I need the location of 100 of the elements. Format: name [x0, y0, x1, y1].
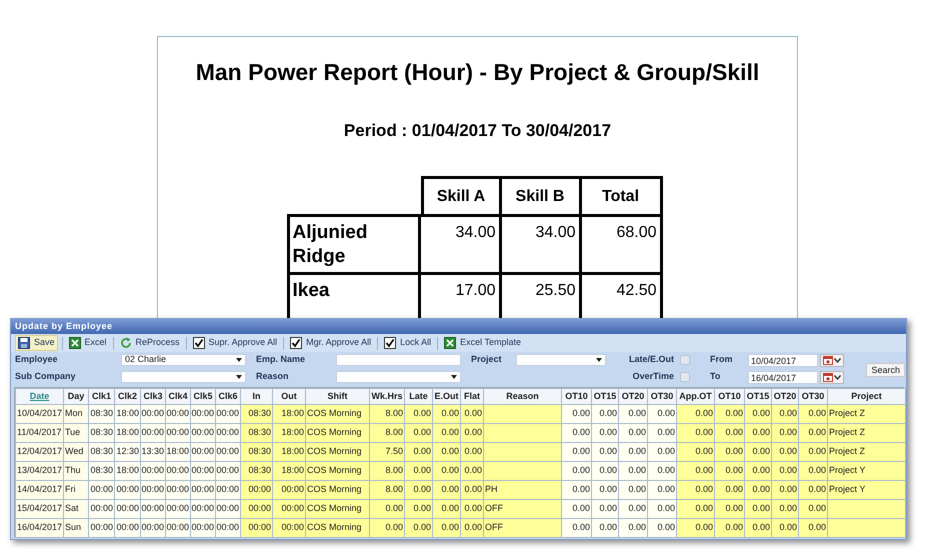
table-cell: 0.00: [714, 480, 744, 500]
table-cell: 0.00: [592, 442, 618, 462]
table-cell: PH: [484, 480, 562, 500]
table-cell: 0.00: [562, 404, 592, 424]
field-label: Project: [471, 353, 503, 366]
table-cell: 0.00: [562, 480, 592, 500]
caret-icon: [834, 374, 841, 380]
toolbar-button[interactable]: Save: [15, 335, 58, 351]
table-cell: 0.00: [404, 424, 432, 442]
table-cell: 0.00: [648, 480, 676, 500]
table-cell: 0.00: [460, 462, 484, 480]
table-cell: COS Morning: [306, 424, 370, 442]
checkbox[interactable]: [290, 337, 302, 349]
table-cell: 0.00: [562, 500, 592, 518]
table-cell: 0.00: [432, 518, 460, 538]
table-cell: 0.00: [744, 424, 772, 442]
table-cell: 08:30: [240, 424, 272, 442]
calendar-button[interactable]: [820, 370, 844, 384]
table-cell: 0.00: [798, 518, 828, 538]
calendar-icon: [823, 372, 833, 382]
dropdown-field[interactable]: [121, 371, 246, 383]
field-label: From: [710, 353, 734, 366]
checkbox[interactable]: [384, 337, 396, 349]
table-cell: COS Morning: [306, 462, 370, 480]
caret-icon: [834, 358, 841, 362]
table-cell: 0.00: [772, 480, 798, 500]
table-cell: 0.00: [562, 442, 592, 462]
table-cell: 18:00: [114, 404, 140, 424]
table-cell: 00:00: [216, 442, 240, 462]
table-cell: 00:00: [216, 462, 240, 480]
table-cell: 00:00: [190, 500, 216, 518]
column-header: Skill B: [502, 176, 582, 214]
table-cell: 0.00: [772, 500, 798, 518]
table-cell: 0.00: [714, 424, 744, 442]
table-cell: 0.00: [562, 462, 592, 480]
table-cell: 00:00: [140, 480, 166, 500]
field-label: OverTime: [632, 370, 675, 384]
table-cell: 0.00: [648, 424, 676, 442]
table-cell: 0.00: [744, 500, 772, 518]
table-cell: 00:00: [140, 404, 166, 424]
table-cell: 00:00: [140, 518, 166, 538]
report-title: Man Power Report (Hour) - By Project & Group/Skill: [196, 58, 760, 87]
column-header: Reason: [484, 388, 562, 404]
table-cell: 18:00: [272, 442, 306, 462]
table-cell: 00:00: [216, 500, 240, 518]
table-cell: 00:00: [140, 500, 166, 518]
calendar-button[interactable]: [820, 354, 844, 366]
dropdown-field[interactable]: 02 Charlie: [121, 354, 246, 366]
table-cell: 00:00: [166, 518, 190, 538]
table-cell: 0.00: [648, 518, 676, 538]
toolbar-button[interactable]: Excel: [66, 335, 109, 351]
search-button[interactable]: Search: [866, 363, 905, 377]
table-cell: Tue: [64, 424, 88, 442]
table-cell: OFF: [484, 500, 562, 518]
table-cell: 12/04/2017: [16, 442, 64, 462]
table-cell: 0.00: [676, 404, 714, 424]
table-cell: 0.00: [370, 500, 404, 518]
table-cell: 00:00: [166, 462, 190, 480]
table-cell: 0.00: [592, 404, 618, 424]
table-cell: 34.00: [420, 214, 502, 272]
checkbox[interactable]: [192, 337, 205, 349]
table-cell: 0.00: [592, 518, 618, 538]
table-cell: 68.00: [582, 214, 662, 272]
table-cell: 08:30: [88, 404, 114, 424]
dropdown-field[interactable]: [516, 354, 606, 366]
table-cell: 00:00: [216, 404, 240, 424]
table-cell: 18:00: [114, 462, 140, 480]
table-cell: 08:30: [240, 404, 272, 424]
table-cell: 08:30: [88, 442, 114, 462]
table-cell: Sat: [64, 500, 88, 518]
column-header: Total: [582, 176, 662, 214]
table-cell: 8.00: [370, 424, 404, 442]
table-cell: 0.00: [744, 442, 772, 462]
table-cell: 0.00: [744, 404, 772, 424]
table-cell: 0.00: [460, 442, 484, 462]
table-cell: Project Y: [828, 480, 906, 500]
table-cell: 0.00: [714, 404, 744, 424]
table-cell: 0.00: [618, 462, 648, 480]
toolbar-button[interactable]: ReProcess: [118, 335, 182, 351]
table-cell: 0.00: [798, 404, 828, 424]
table-cell: 13:30: [140, 442, 166, 462]
caret-icon: [236, 358, 242, 362]
sort-link[interactable]: Date: [16, 388, 64, 404]
table-cell: 0.00: [618, 424, 648, 442]
table-cell: Project Z: [828, 442, 906, 462]
dropdown-field[interactable]: [336, 371, 461, 383]
input-field[interactable]: [336, 354, 461, 366]
date-field[interactable]: 16/04/2017: [748, 370, 818, 384]
table-cell: 0.00: [460, 424, 484, 442]
table-cell: COS Morning: [306, 500, 370, 518]
table-cell: 0.00: [460, 500, 484, 518]
report-period: Period : 01/04/2017 To 30/04/2017: [344, 120, 612, 142]
table-cell: 0.00: [798, 462, 828, 480]
table-cell: 0.00: [562, 518, 592, 538]
date-field[interactable]: 10/04/2017: [748, 354, 818, 366]
table-cell: 0.00: [460, 404, 484, 424]
toolbar-button[interactable]: Excel Template: [442, 335, 524, 351]
table-cell: 08:30: [240, 442, 272, 462]
field-label: Employee: [15, 353, 59, 366]
caret-icon: [451, 375, 457, 379]
